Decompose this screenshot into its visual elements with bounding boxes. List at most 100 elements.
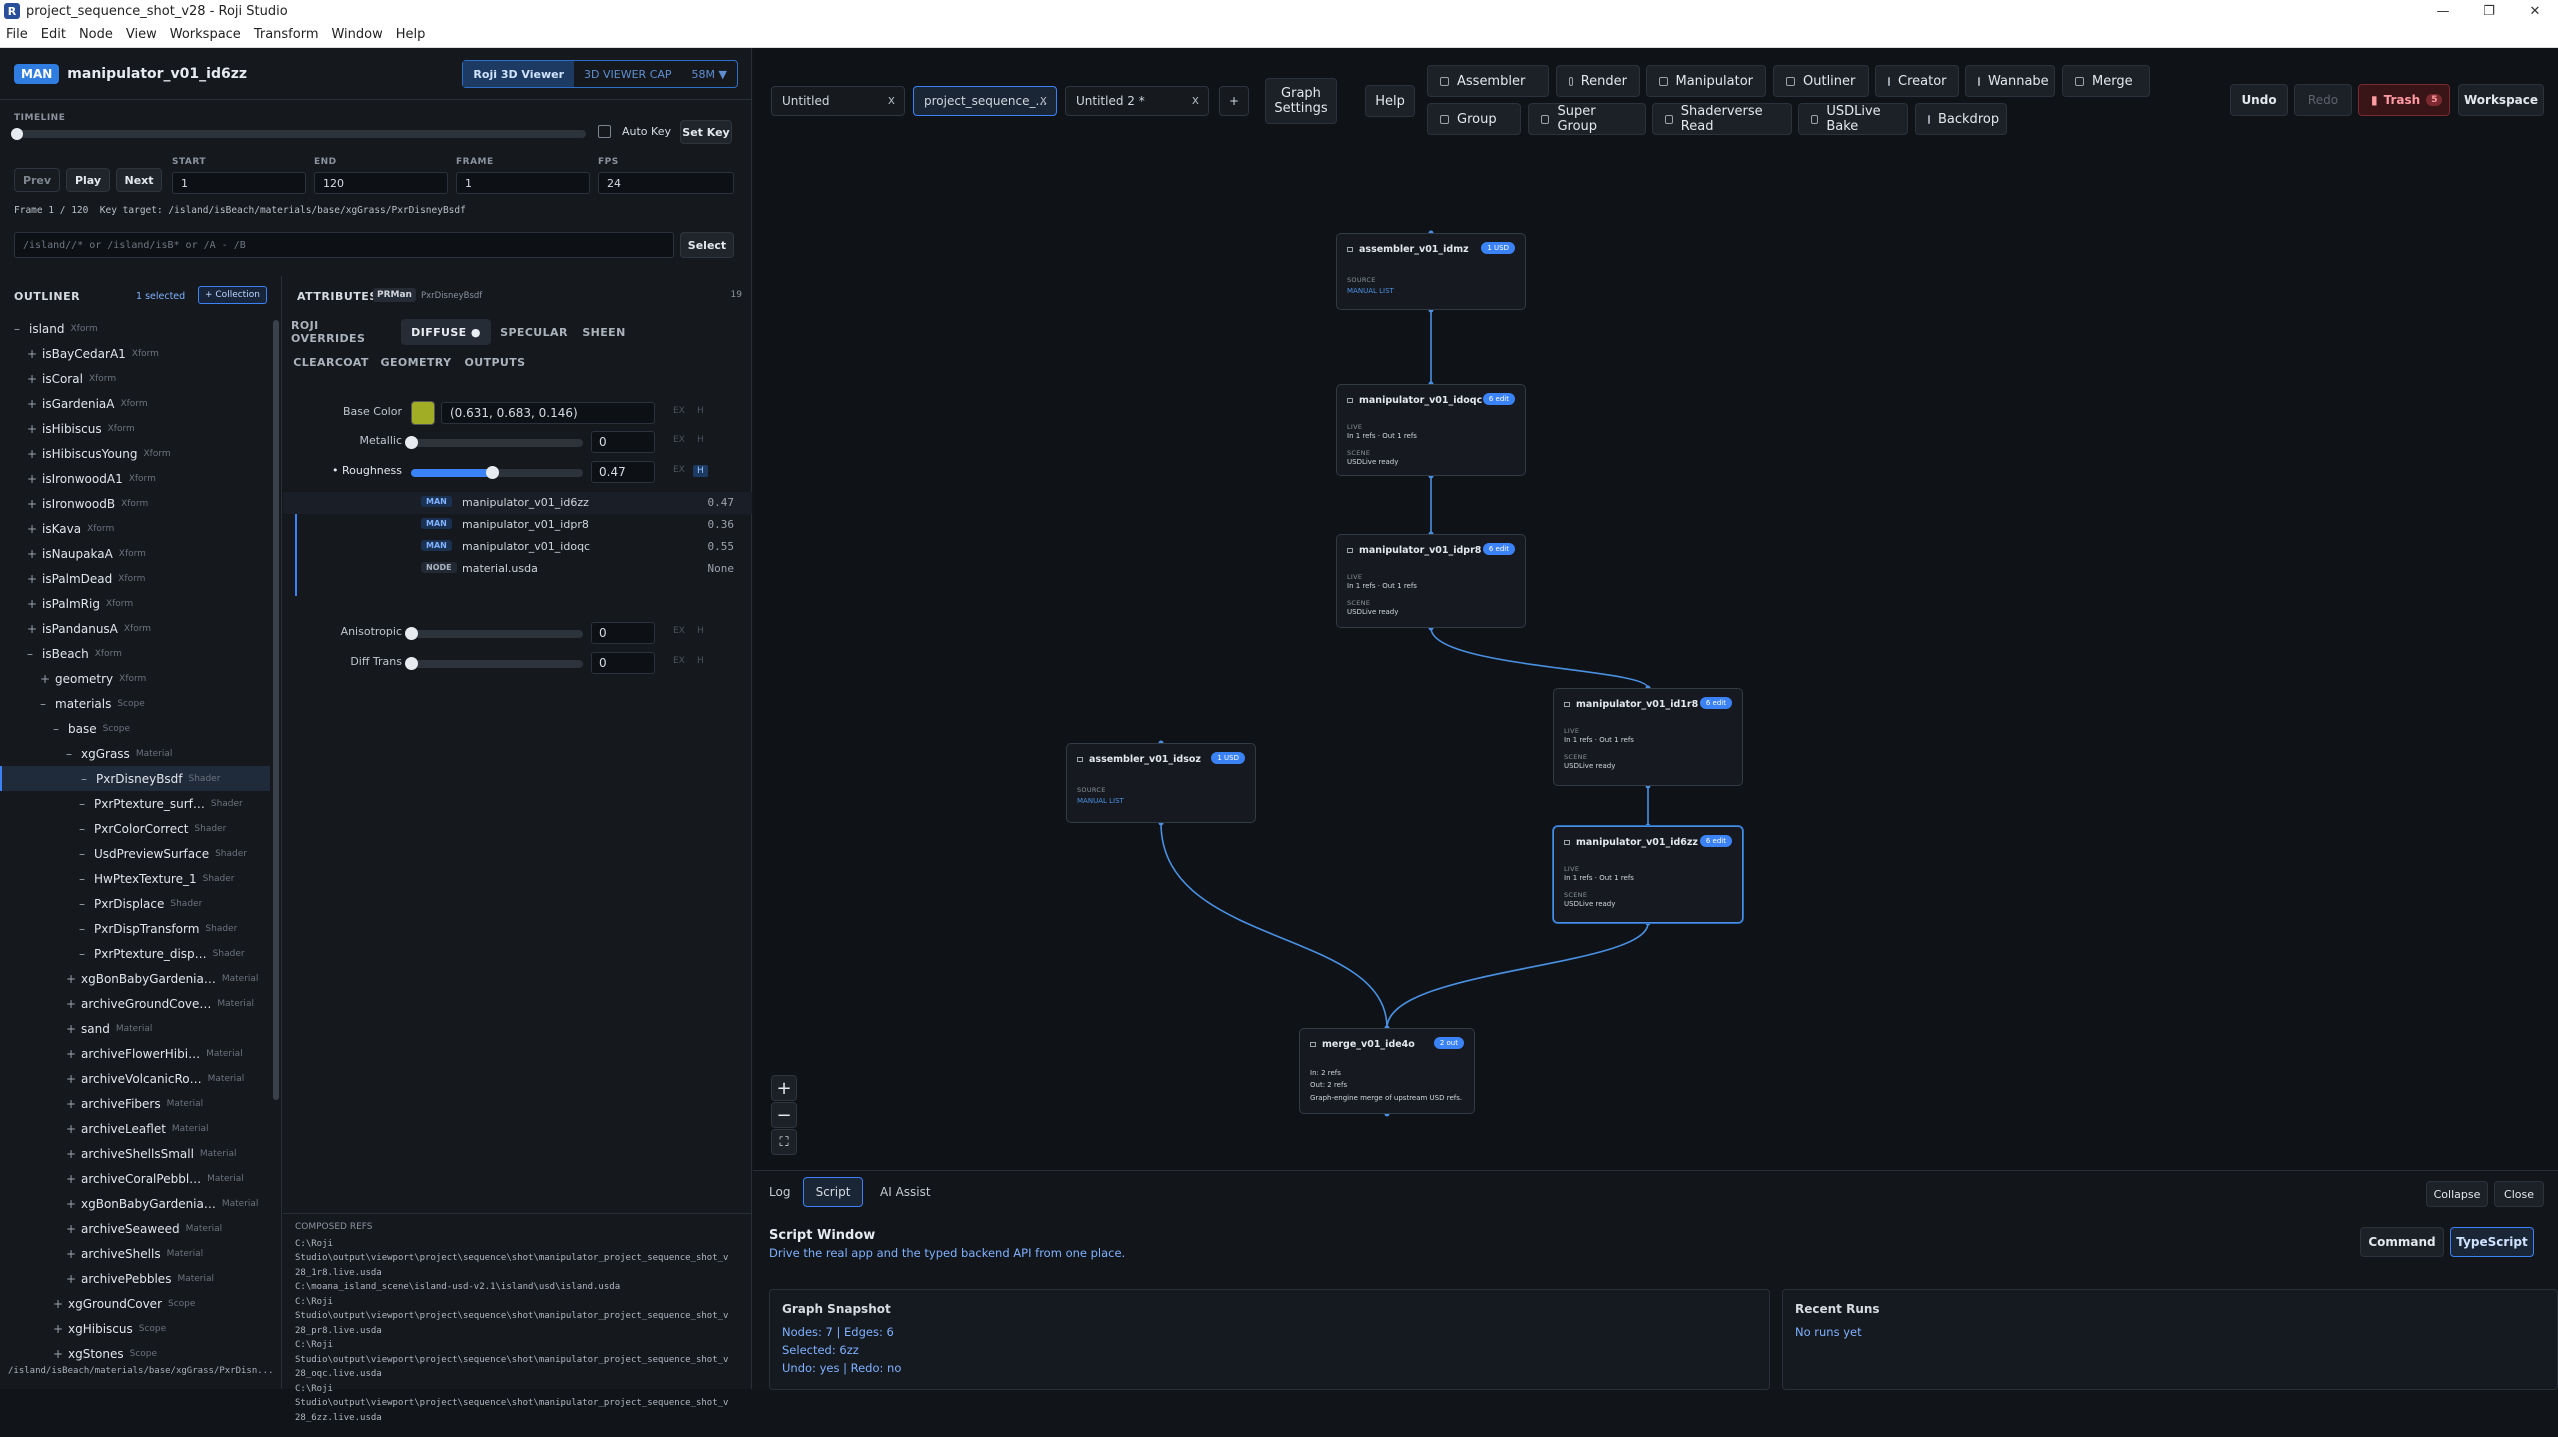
tree-row[interactable]: + isHibiscusYoung Xform	[0, 441, 270, 466]
tree-row[interactable]: + isIronwoodB Xform	[0, 491, 270, 516]
tree-row[interactable]: – PxrDisneyBsdf Shader	[0, 766, 270, 791]
roughness-h-toggle[interactable]: H	[693, 465, 708, 477]
diff-trans-h-toggle[interactable]: H	[697, 656, 704, 666]
viewer-size-dropdown[interactable]: 58M ▼	[682, 61, 737, 87]
menu-item-file[interactable]: File	[6, 27, 28, 42]
tab-script[interactable]: Script	[803, 1177, 863, 1207]
expand-toggle-icon[interactable]: +	[27, 547, 39, 561]
expand-toggle-icon[interactable]: +	[40, 672, 52, 686]
tree-row[interactable]: + isBayCedarA1 Xform	[0, 341, 270, 366]
override-row[interactable]: MAN manipulator_v01_idpr8 0.36	[283, 514, 752, 536]
tab-specular[interactable]: SPECULAR	[497, 319, 571, 345]
start-input[interactable]: 1	[172, 172, 306, 194]
tree-row[interactable]: – materials Scope	[0, 691, 270, 716]
expand-toggle-icon[interactable]: +	[27, 422, 39, 436]
timeline-track[interactable]	[11, 128, 586, 140]
tree-row[interactable]: + xgBonBabyGardenia… Material	[0, 1191, 270, 1216]
menu-item-view[interactable]: View	[126, 27, 157, 42]
node-merge-ide4o[interactable]: merge_v01_ide4o 2 out In: 2 refs Out: 2 …	[1299, 1028, 1475, 1114]
tree-row[interactable]: + xgHibiscus Scope	[0, 1316, 270, 1341]
expand-toggle-icon[interactable]: –	[81, 772, 93, 786]
tab-clearcoat[interactable]: CLEARCOAT	[291, 349, 371, 375]
roughness-input[interactable]: 0.47	[591, 461, 655, 483]
tab-outputs[interactable]: OUTPUTS	[461, 349, 529, 375]
tree-row[interactable]: + isKava Xform	[0, 516, 270, 541]
expand-toggle-icon[interactable]: +	[66, 1222, 78, 1236]
expand-toggle-icon[interactable]: +	[66, 1097, 78, 1111]
tree-row[interactable]: – UsdPreviewSurface Shader	[0, 841, 270, 866]
add-collection-button[interactable]: + Collection	[198, 286, 267, 304]
tree-row[interactable]: – base Scope	[0, 716, 270, 741]
tree-row[interactable]: + archiveGroundCove… Material	[0, 991, 270, 1016]
metallic-h-toggle[interactable]: H	[697, 435, 704, 445]
tab-ai-assist[interactable]: AI Assist	[880, 1185, 931, 1199]
maximize-icon[interactable]: ❐	[2466, 0, 2512, 22]
menu-item-help[interactable]: Help	[396, 27, 426, 42]
roughness-ex-toggle[interactable]: EX	[673, 465, 685, 475]
tree-row[interactable]: + archivePebbles Material	[0, 1266, 270, 1291]
tree-row[interactable]: – PxrPtexture_surf… Shader	[0, 791, 270, 816]
node-graph-canvas[interactable]: Untitled x project_sequence_... x Untitled…	[753, 48, 2558, 1170]
base-color-swatch[interactable]	[411, 401, 435, 425]
tree-row[interactable]: + archiveLeaflet Material	[0, 1116, 270, 1141]
zoom-in-button[interactable]: +	[771, 1075, 797, 1101]
expand-toggle-icon[interactable]: +	[53, 1297, 65, 1311]
node-manual-list-link[interactable]: MANUAL LIST	[1077, 797, 1124, 805]
menu-item-window[interactable]: Window	[331, 27, 382, 42]
tree-row[interactable]: – PxrDispTransform Shader	[0, 916, 270, 941]
tree-row[interactable]: – isBeach Xform	[0, 641, 270, 666]
anisotropic-ex-toggle[interactable]: EX	[673, 626, 685, 636]
command-mode-button[interactable]: Command	[2360, 1227, 2444, 1257]
expand-toggle-icon[interactable]: +	[27, 397, 39, 411]
tree-row[interactable]: + isHibiscus Xform	[0, 416, 270, 441]
menu-item-transform[interactable]: Transform	[254, 27, 319, 42]
tree-row[interactable]: + isNaupakaA Xform	[0, 541, 270, 566]
expand-toggle-icon[interactable]: –	[66, 747, 78, 761]
expand-toggle-icon[interactable]: +	[66, 1047, 78, 1061]
tree-row[interactable]: – island Xform	[0, 316, 270, 341]
expand-toggle-icon[interactable]: +	[53, 1347, 65, 1361]
tree-row[interactable]: + archiveCoralPebbl… Material	[0, 1166, 270, 1191]
expand-toggle-icon[interactable]: +	[27, 522, 39, 536]
tree-row[interactable]: – HwPtexTexture_1 Shader	[0, 866, 270, 891]
zoom-out-button[interactable]: −	[771, 1102, 797, 1128]
expand-toggle-icon[interactable]: –	[53, 722, 65, 736]
frame-input[interactable]: 1	[456, 172, 590, 194]
node-manual-list-link[interactable]: MANUAL LIST	[1347, 287, 1394, 295]
node-manipulator-id6zz[interactable]: manipulator_v01_id6zz 6 edit LIVE In 1 r…	[1553, 826, 1743, 923]
viewer-cap-button[interactable]: 3D VIEWER CAP	[574, 61, 682, 87]
tree-row[interactable]: + xgBonBabyGardenia… Material	[0, 966, 270, 991]
override-row[interactable]: MAN manipulator_v01_id6zz 0.47	[283, 492, 752, 514]
expand-toggle-icon[interactable]: –	[79, 872, 91, 886]
node-assembler-idsoz[interactable]: assembler_v01_idsoz 1 USD SOURCE MANUAL …	[1066, 743, 1256, 823]
expand-toggle-icon[interactable]: +	[66, 1172, 78, 1186]
end-input[interactable]: 120	[314, 172, 448, 194]
anisotropic-slider[interactable]	[405, 627, 583, 640]
timeline-knob[interactable]	[11, 128, 23, 140]
tab-log[interactable]: Log	[769, 1185, 790, 1199]
anisotropic-knob[interactable]	[405, 627, 418, 640]
diff-trans-ex-toggle[interactable]: EX	[673, 656, 685, 666]
next-button[interactable]: Next	[116, 168, 162, 192]
metallic-input[interactable]: 0	[591, 431, 655, 453]
tree-row[interactable]: + archiveVolcanicRo… Material	[0, 1066, 270, 1091]
diff-trans-slider[interactable]	[405, 657, 583, 670]
tab-sheen[interactable]: SHEEN	[577, 319, 631, 345]
tree-row[interactable]: – PxrDisplace Shader	[0, 891, 270, 916]
menu-item-node[interactable]: Node	[79, 27, 113, 42]
prev-button[interactable]: Prev	[14, 168, 60, 192]
expand-toggle-icon[interactable]: +	[27, 372, 39, 386]
expand-toggle-icon[interactable]: –	[79, 922, 91, 936]
expand-toggle-icon[interactable]: –	[79, 947, 91, 961]
set-key-button[interactable]: Set Key	[680, 120, 732, 144]
tree-row[interactable]: + isPalmRig Xform	[0, 591, 270, 616]
expand-toggle-icon[interactable]: –	[14, 322, 26, 336]
expand-toggle-icon[interactable]: +	[27, 347, 39, 361]
fit-view-icon[interactable]: ⛶	[771, 1129, 797, 1155]
expand-toggle-icon[interactable]: –	[79, 897, 91, 911]
tree-row[interactable]: + archiveShells Material	[0, 1241, 270, 1266]
tree-row[interactable]: – xgGrass Material	[0, 741, 270, 766]
collapse-button[interactable]: Collapse	[2426, 1181, 2488, 1207]
tree-row[interactable]: + archiveFibers Material	[0, 1091, 270, 1116]
tree-row[interactable]: + isCoral Xform	[0, 366, 270, 391]
